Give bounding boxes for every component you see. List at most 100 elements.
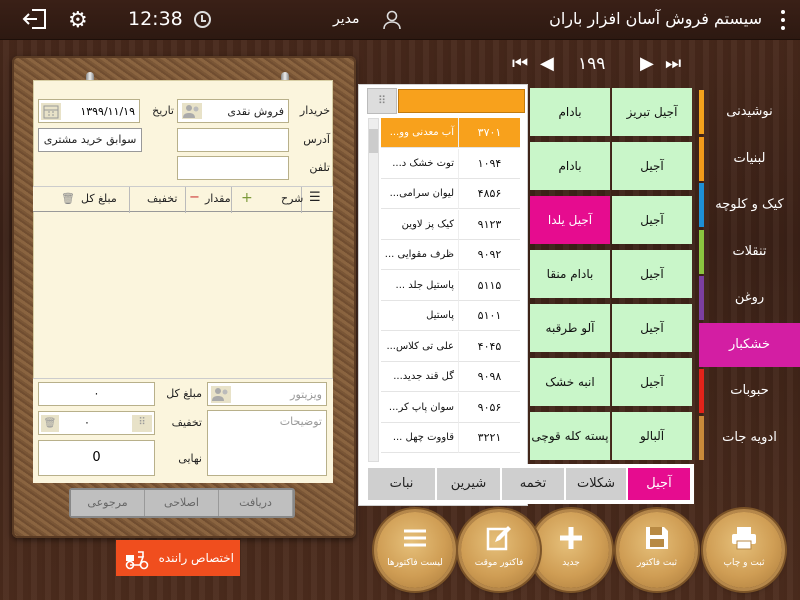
subcategory-tab[interactable]: شکلات — [566, 468, 626, 500]
list-item-code[interactable]: ۹۰۵۶ — [458, 392, 520, 423]
list-item-name[interactable]: توت خشک د... — [381, 148, 458, 179]
list-item-name[interactable]: سوان پاپ کر... — [381, 392, 458, 423]
visitor-field[interactable]: ویزیتور — [207, 382, 327, 406]
user-icon — [383, 10, 401, 30]
discount-field[interactable]: 🗑 ۰ ⠿ — [38, 411, 155, 435]
round-action-button[interactable]: فاکتور موقت — [461, 512, 537, 588]
product-tile[interactable]: آلبالو — [612, 412, 692, 460]
visitor-search-icon[interactable] — [211, 386, 231, 403]
phone-input[interactable] — [177, 156, 289, 180]
col-desc: شرح — [281, 192, 304, 205]
printer-icon — [730, 524, 758, 552]
list-item-code[interactable]: ۹۰۹۸ — [458, 362, 520, 392]
round-button-label: جدید — [562, 558, 580, 568]
keypad-icon[interactable]: ⠿ — [367, 88, 397, 114]
address-input[interactable] — [177, 128, 289, 152]
return-button[interactable]: مرجوعی — [71, 490, 145, 516]
product-tile[interactable]: آجیل — [612, 142, 692, 190]
notes-field[interactable]: توضیحات — [207, 410, 327, 476]
last-page-icon[interactable]: ⏮ — [512, 52, 528, 76]
round-action-button[interactable]: لیست فاکتورها — [377, 512, 453, 588]
customer-search-icon[interactable] — [182, 103, 202, 119]
category-item[interactable]: خشکبار — [699, 322, 800, 367]
subcategory-tab[interactable]: آجیل — [628, 468, 690, 500]
product-tile[interactable]: پسته کله قوچی — [530, 412, 610, 460]
list-search-input[interactable] — [398, 89, 525, 113]
next-page-icon[interactable]: ▶ — [640, 52, 654, 76]
product-tile[interactable]: آجیل تبریز — [612, 88, 692, 136]
list-item-code[interactable]: ۵۱۱۵ — [458, 270, 520, 301]
calendar-icon[interactable] — [41, 103, 61, 120]
assign-driver-button[interactable]: اختصاص راننده — [116, 540, 240, 576]
buyer-field[interactable]: فروش نقدی — [177, 99, 289, 123]
product-tile[interactable]: انبه خشک — [530, 358, 610, 406]
round-action-button[interactable]: جدید — [533, 512, 609, 588]
category-item[interactable]: لبنیات — [699, 136, 800, 181]
list-item-name[interactable]: آب معدنی وو... — [381, 118, 458, 148]
product-tile[interactable]: آجیل — [612, 196, 692, 244]
customer-history-button[interactable]: سوابق خرید مشتری — [38, 128, 142, 152]
list-item-code[interactable]: ۳۷۰۱ — [458, 118, 520, 148]
list-item-code[interactable]: ۱۰۹۴ — [458, 148, 520, 179]
reduce-qty-icon[interactable]: − — [189, 190, 200, 205]
subcategory-tab[interactable]: نبات — [368, 468, 435, 500]
list-item-name[interactable]: علی تی کلاس... — [381, 331, 458, 362]
category-item[interactable]: کیک و کلوچه — [699, 183, 800, 227]
list-item-code[interactable]: ۴۸۵۶ — [458, 179, 520, 209]
discount-keypad-icon[interactable]: ⠿ — [132, 415, 152, 432]
product-tile[interactable]: آلو طرقبه — [530, 304, 610, 352]
round-action-button[interactable]: ثبت و چاپ — [706, 512, 782, 588]
list-icon — [401, 524, 429, 552]
list-item-name[interactable]: کیک پز لاوین — [381, 209, 458, 240]
category-item[interactable]: روغن — [699, 276, 800, 320]
round-action-button[interactable]: ثبت فاکتور — [619, 512, 695, 588]
list-item-name[interactable]: لیوان سرامی... — [381, 179, 458, 209]
category-item[interactable]: ادویه جات — [699, 415, 800, 460]
clear-discount-icon[interactable]: 🗑 — [41, 415, 59, 432]
prev-page-icon[interactable]: ◀ — [540, 52, 554, 76]
edit-icon — [485, 524, 513, 552]
product-tile[interactable]: بادام — [530, 88, 610, 136]
list-scrollbar[interactable] — [368, 118, 379, 462]
product-tile[interactable]: آجیل — [612, 250, 692, 298]
category-item[interactable]: حبوبات — [699, 369, 800, 413]
add-qty-icon[interactable]: + — [241, 190, 253, 206]
product-tile[interactable]: بادام منقا — [530, 250, 610, 298]
subcategory-tab[interactable]: شیرین — [437, 468, 500, 500]
subcategory-tab[interactable]: تخمه — [502, 468, 564, 500]
logout-icon[interactable] — [22, 8, 48, 30]
list-item-name[interactable]: گل قند جدید... — [381, 362, 458, 392]
list-item-code[interactable]: ۵۱۰۱ — [458, 301, 520, 331]
list-item-code[interactable]: ۹۱۲۳ — [458, 209, 520, 240]
category-item[interactable]: نوشیدنی — [699, 90, 800, 134]
first-page-icon[interactable]: ⏭ — [665, 52, 681, 76]
list-item-name[interactable]: قاووت چهل ... — [381, 423, 458, 453]
round-button-label: فاکتور موقت — [474, 558, 524, 568]
product-tile[interactable]: آجیل یلدا — [530, 196, 610, 244]
correction-button[interactable]: اصلاحی — [145, 490, 219, 516]
product-tile[interactable]: بادام — [530, 142, 610, 190]
more-menu-icon[interactable] — [780, 9, 786, 31]
product-tile[interactable]: آجیل — [612, 304, 692, 352]
list-item-name[interactable]: پاستیل — [381, 301, 458, 331]
product-tile[interactable]: آجیل — [612, 358, 692, 406]
category-item[interactable]: تنقلات — [699, 229, 800, 274]
phone-label: تلفن — [309, 161, 330, 174]
category-label: روغن — [734, 290, 765, 305]
category-color-bar — [699, 229, 704, 274]
list-item-code[interactable]: ۹۰۹۲ — [458, 240, 520, 270]
list-item-name[interactable]: پاستیل جلد ... — [381, 270, 458, 301]
list-item-code[interactable]: ۴۰۴۵ — [458, 331, 520, 362]
category-color-bar — [699, 136, 704, 181]
category-label: تنقلات — [732, 243, 767, 259]
list-item-code[interactable]: ۳۲۲۱ — [458, 423, 520, 453]
items-grid-body[interactable] — [34, 213, 332, 378]
delete-row-icon[interactable]: 🗑 — [61, 192, 75, 205]
category-color-bar — [699, 369, 704, 413]
list-item-name[interactable]: ظرف مقوایی ... — [381, 240, 458, 270]
receive-button[interactable]: دریافت — [219, 490, 293, 516]
final-label: نهایی — [178, 452, 202, 465]
list-settings-icon[interactable]: ☰ — [309, 190, 321, 205]
date-field[interactable]: ۱۳۹۹/۱۱/۱۹ — [38, 99, 140, 123]
gear-icon[interactable]: ⚙ — [68, 8, 88, 33]
